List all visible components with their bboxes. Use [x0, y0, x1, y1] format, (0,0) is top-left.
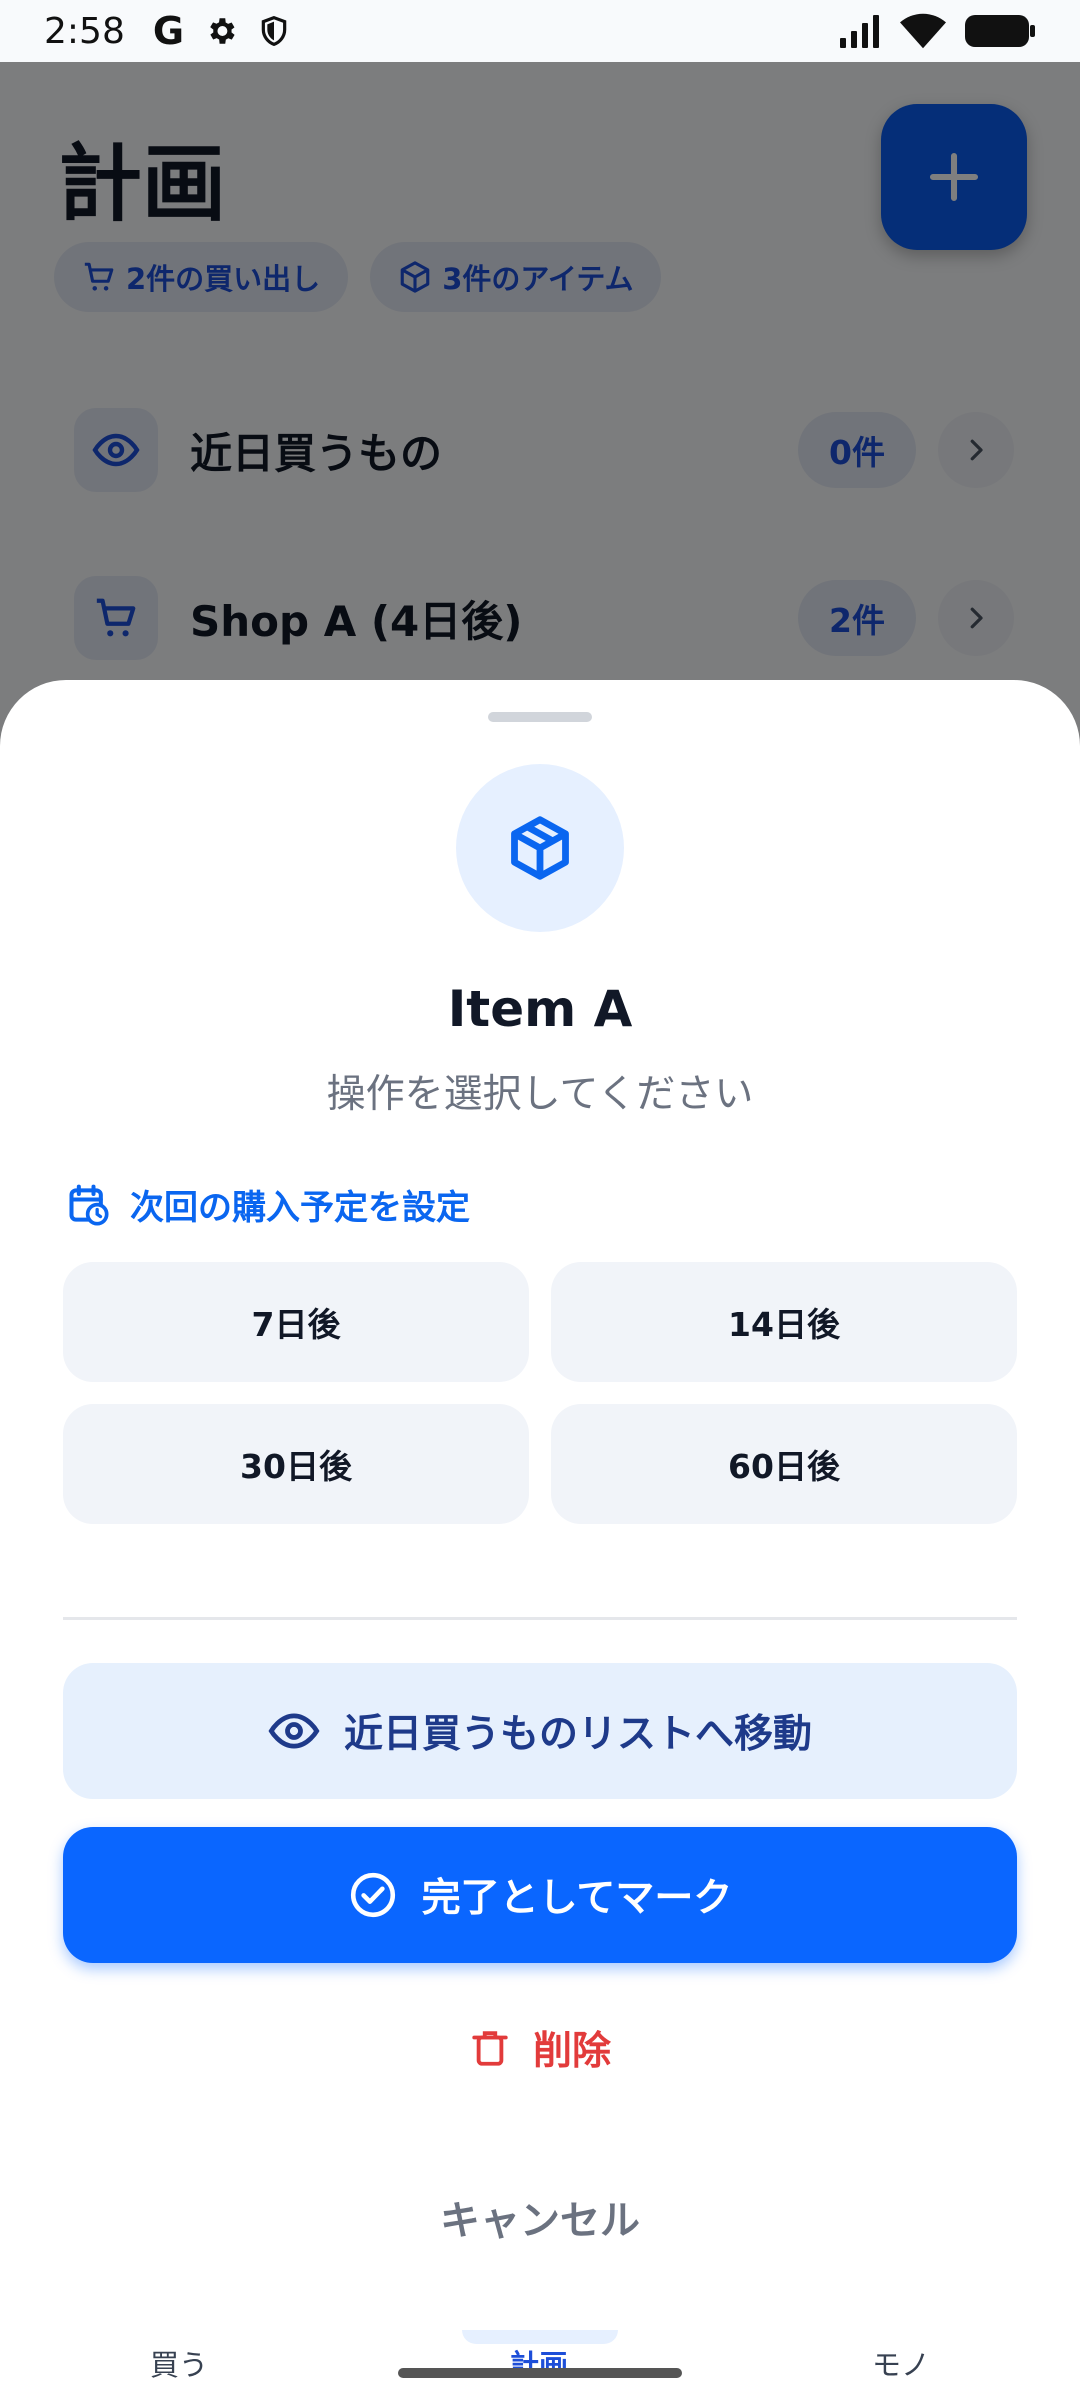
divider — [63, 1617, 1017, 1620]
wifi-icon — [900, 13, 946, 49]
trash-icon — [472, 2031, 508, 2066]
screen: 2:58 G Item A 操作を選択してください 次回の購入予定を設定 7日後… — [0, 0, 1080, 2400]
delete-button[interactable]: 削除 — [0, 2020, 1080, 2076]
check-circle-icon — [350, 1872, 395, 1918]
schedule-30-days-button[interactable]: 30日後 — [63, 1404, 529, 1524]
schedule-options: 7日後 14日後 30日後 60日後 — [63, 1262, 1017, 1524]
nav-item-buy[interactable]: 買う — [150, 2342, 208, 2384]
schedule-7-days-button[interactable]: 7日後 — [63, 1262, 529, 1382]
delete-label: 削除 — [532, 2029, 611, 2074]
eye-icon — [268, 1713, 320, 1749]
status-bar: 2:58 G — [0, 0, 1080, 62]
move-to-upcoming-label: 近日買うものリストへ移動 — [343, 1712, 812, 1757]
schedule-60-days-button[interactable]: 60日後 — [551, 1404, 1017, 1524]
nav-item-things[interactable]: モノ — [872, 2342, 930, 2384]
shield-icon — [261, 15, 287, 47]
battery-icon — [965, 15, 1035, 47]
box-icon — [511, 816, 569, 880]
item-action-sheet: Item A 操作を選択してください 次回の購入予定を設定 7日後 14日後 3… — [0, 680, 1080, 2330]
signal-icon — [840, 15, 879, 48]
gesture-bar[interactable] — [398, 2368, 682, 2378]
move-to-upcoming-button[interactable]: 近日買うものリストへ移動 — [63, 1663, 1017, 1799]
drag-handle[interactable] — [488, 712, 592, 722]
status-time: 2:58 — [44, 10, 125, 52]
item-subtitle: 操作を選択してください — [326, 1072, 754, 1117]
schedule-14-days-button[interactable]: 14日後 — [551, 1262, 1017, 1382]
mark-complete-button[interactable]: 完了としてマーク — [63, 1827, 1017, 1963]
item-title: Item A — [447, 980, 633, 1038]
status-right-icons — [838, 13, 1036, 49]
mark-complete-label: 完了としてマーク — [421, 1876, 733, 1921]
bottom-nav: 買う 計画 モノ — [0, 2330, 1080, 2400]
schedule-section-header: 次回の購入予定を設定 — [66, 1180, 470, 1229]
schedule-header-label: 次回の購入予定を設定 — [130, 1188, 470, 1228]
cancel-button[interactable]: キャンセル — [0, 2188, 1080, 2246]
google-icon: G — [152, 9, 185, 53]
status-left-icons: G — [153, 9, 290, 53]
item-avatar — [456, 764, 624, 932]
gear-icon — [210, 18, 235, 44]
calendar-clock-icon — [69, 1184, 109, 1226]
